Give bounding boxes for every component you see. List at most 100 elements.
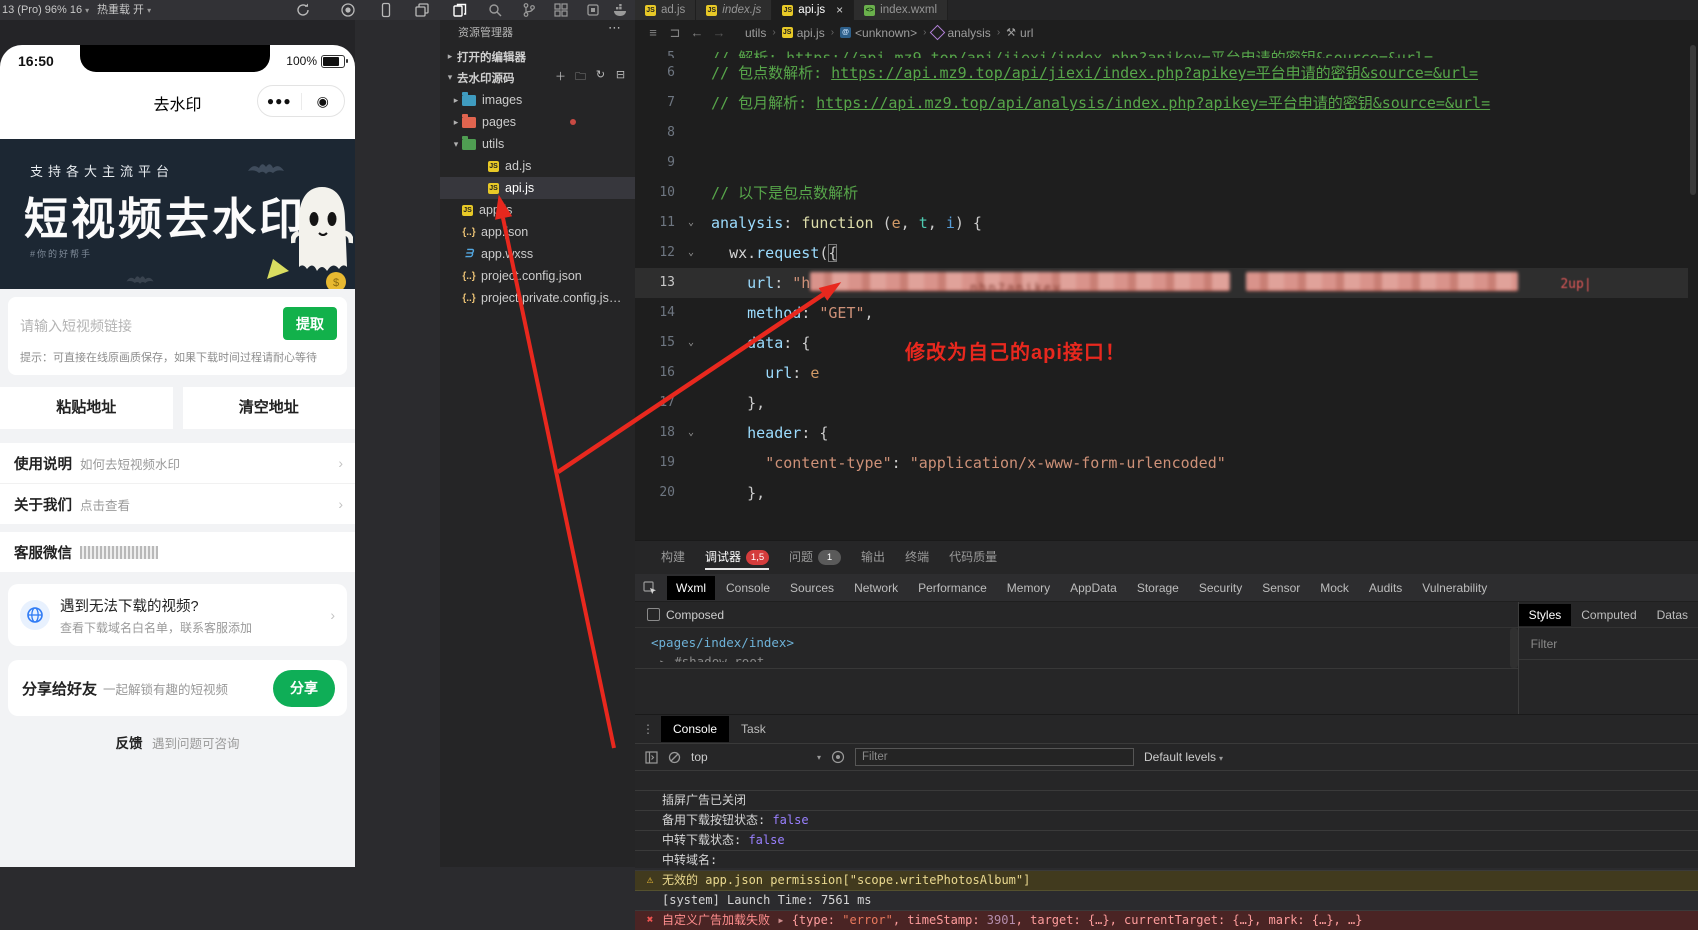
shadow-root-node[interactable]: ▸ #shadow-root (635, 650, 1518, 662)
styles-tab-styles[interactable]: Styles (1518, 603, 1572, 626)
code-line-10[interactable]: 10 // 以下是包点数解析 (635, 178, 1698, 208)
new-folder-icon[interactable]: 🗀 (574, 68, 587, 87)
breadcrumb-segment[interactable]: JS api.js (781, 26, 825, 40)
breadcrumb-segment[interactable]: @ <unknown> (840, 26, 917, 40)
styles-tab-datas[interactable]: Datas (1647, 604, 1698, 626)
devtools-tab-vulnerability[interactable]: Vulnerability (1413, 576, 1496, 600)
devtools-tab-network[interactable]: Network (845, 576, 907, 600)
devtools-tab-sensor[interactable]: Sensor (1253, 576, 1309, 600)
code-line-8[interactable]: 8 (635, 118, 1698, 148)
console-row-plain[interactable]: 插屏广告已关闭 (635, 791, 1698, 811)
devtools-tab-sources[interactable]: Sources (781, 576, 843, 600)
git-branch-icon[interactable] (521, 2, 537, 18)
open-editors-section[interactable]: ▸ 打开的编辑器 (440, 46, 635, 67)
code-line-6[interactable]: 6 // 包点数解析: https://api.mz9.top/api/jiexi… (635, 58, 1698, 88)
close-icon[interactable]: × (836, 3, 843, 17)
file-tree-item-utils[interactable]: ▾ utils (440, 133, 635, 155)
console-tab-console[interactable]: Console (661, 716, 730, 742)
code-line-5[interactable]: 5 // 解析: https://api.mz9.top/api/jiexi/in… (635, 45, 1698, 58)
sidebar-toggle-icon[interactable] (645, 750, 658, 764)
console-row-plain[interactable]: [system] Launch Time: 7561 ms (635, 891, 1698, 911)
console-row-plain[interactable]: 中转域名: (635, 851, 1698, 871)
clear-console-icon[interactable] (668, 751, 681, 764)
breadcrumb-segment[interactable]: utils (745, 26, 766, 40)
layout-grid-icon[interactable] (553, 2, 569, 18)
devtools-tab-security[interactable]: Security (1190, 576, 1251, 600)
console-tab-task[interactable]: Task (729, 716, 778, 742)
hot-reload-toggle[interactable]: 热重载 开 ▾ (97, 0, 151, 20)
panel-tab-问题[interactable]: 问题 1 (789, 541, 842, 574)
console-row-clip[interactable] (635, 771, 1698, 791)
multi-window-icon[interactable] (414, 2, 430, 18)
device-selector[interactable]: 13 (Pro) 96% 16 ▾ (2, 0, 89, 20)
wechat-capsule[interactable]: ●●● ◉ (257, 85, 345, 117)
code-line-15[interactable]: 15 ⌄ data: { (635, 328, 1698, 358)
more-menu-icon[interactable]: ●●● (258, 94, 301, 108)
explorer-activity-icon[interactable] (452, 2, 468, 18)
file-tree-item-app-js[interactable]: JS app.js (440, 199, 635, 221)
code-line-19[interactable]: 19 "content-type": "application/x-www-fo… (635, 448, 1698, 478)
phone-preview-icon[interactable] (378, 2, 394, 18)
stop-record-icon[interactable] (340, 2, 356, 18)
code-line-9[interactable]: 9 (635, 148, 1698, 178)
code-line-20[interactable]: 20 }, (635, 478, 1698, 508)
paste-button[interactable]: 粘贴地址 (0, 387, 173, 429)
eye-icon[interactable] (831, 750, 845, 764)
context-select[interactable]: top ▾ (691, 750, 821, 764)
console-row-warn[interactable]: ⚠ 无效的 app.json permission["scope.writePho… (635, 871, 1698, 891)
feedback-row[interactable]: 反馈 遇到问题可咨询 (0, 732, 355, 753)
file-tree-item-app-wxss[interactable]: ᗱ app.wxss (440, 243, 635, 265)
code-area[interactable]: 5 // 解析: https://api.mz9.top/api/jiexi/in… (635, 45, 1698, 508)
search-icon[interactable] (487, 2, 503, 18)
docker-whale-icon[interactable] (612, 2, 628, 18)
console-row-plain[interactable]: 中转下载状态: false (635, 831, 1698, 851)
editor-tab-ad-js[interactable]: JS ad.js (635, 0, 697, 20)
file-tree-item-app-json[interactable]: {..} app.json (440, 221, 635, 243)
editor-tab-index-js[interactable]: JS index.js (696, 0, 773, 20)
file-tree-item-api-js[interactable]: JS api.js (440, 177, 635, 199)
styles-filter[interactable]: Filter (1518, 628, 1698, 660)
help-card[interactable]: 遇到无法下载的视频? 查看下载域名白名单，联系客服添加 › (8, 584, 347, 646)
project-root-section[interactable]: ▾ 去水印源码 ＋ 🗀 ↻ ⊟ (440, 67, 635, 88)
close-minimize-icon[interactable]: ◉ (302, 93, 345, 110)
wxml-root-node[interactable]: <pages/index/index> (635, 628, 1518, 650)
tree-scrollbar[interactable] (1509, 628, 1518, 668)
console-row-error[interactable]: ✖ 自定义广告加载失败 ▸ {type: "error", timeStamp: … (635, 911, 1698, 930)
back-icon[interactable]: ← (689, 25, 705, 40)
outline-icon[interactable]: ≡ (645, 25, 661, 40)
panel-tab-输出[interactable]: 输出 (861, 541, 885, 574)
editor-scrollbar[interactable] (1688, 45, 1698, 540)
file-tree-item-pages[interactable]: ▸ pages (440, 111, 635, 133)
clear-button[interactable]: 清空地址 (182, 387, 355, 429)
code-line-14[interactable]: 14 method: "GET", (635, 298, 1698, 328)
explorer-more-icon[interactable]: ⋯ (608, 20, 621, 36)
usage-guide-row[interactable]: 使用说明 如何去短视频水印 › (0, 443, 355, 484)
log-levels-select[interactable]: Default levels ▾ (1144, 750, 1223, 764)
code-line-11[interactable]: 11 ⌄ analysis: function (e, t, i) { (635, 208, 1698, 238)
breadcrumb-segment[interactable]: ⚒ url (1006, 26, 1033, 40)
code-line-18[interactable]: 18 ⌄ header: { (635, 418, 1698, 448)
extract-button[interactable]: 提取 (283, 307, 337, 340)
styles-tab-computed[interactable]: Computed (1571, 604, 1646, 626)
panel-tab-构建[interactable]: 构建 (661, 541, 685, 574)
service-wechat-row[interactable]: 客服微信 (0, 532, 355, 572)
devtools-tab-wxml[interactable]: Wxml (667, 575, 715, 600)
file-tree-item-ad-js[interactable]: JS ad.js (440, 155, 635, 177)
editor-tab-index-wxml[interactable]: <> index.wxml (854, 0, 949, 20)
kebab-menu-icon[interactable]: ⋮ (635, 722, 661, 736)
console-row-plain[interactable]: 备用下载按钮状态: false (635, 811, 1698, 831)
devtools-tab-appdata[interactable]: AppData (1061, 576, 1126, 600)
code-line-16[interactable]: 16 url: e (635, 358, 1698, 388)
collapse-all-icon[interactable]: ⊟ (614, 68, 627, 87)
panel-tab-终端[interactable]: 终端 (905, 541, 929, 574)
code-line-7[interactable]: 7 // 包月解析: https://api.mz9.top/api/analys… (635, 88, 1698, 118)
file-tree-item-project-private-config-js-[interactable]: {..} project.private.config.js… (440, 287, 635, 309)
console-filter-input[interactable] (855, 748, 1134, 766)
devtools-tab-console[interactable]: Console (717, 576, 779, 600)
refresh-icon[interactable]: ↻ (594, 68, 607, 87)
composed-checkbox[interactable] (647, 608, 660, 621)
forward-icon[interactable]: → (711, 25, 727, 40)
file-tree-item-project-config-json[interactable]: {..} project.config.json (440, 265, 635, 287)
devtools-tab-performance[interactable]: Performance (909, 576, 996, 600)
editor-tab-api-js[interactable]: JS api.js × (772, 0, 855, 20)
